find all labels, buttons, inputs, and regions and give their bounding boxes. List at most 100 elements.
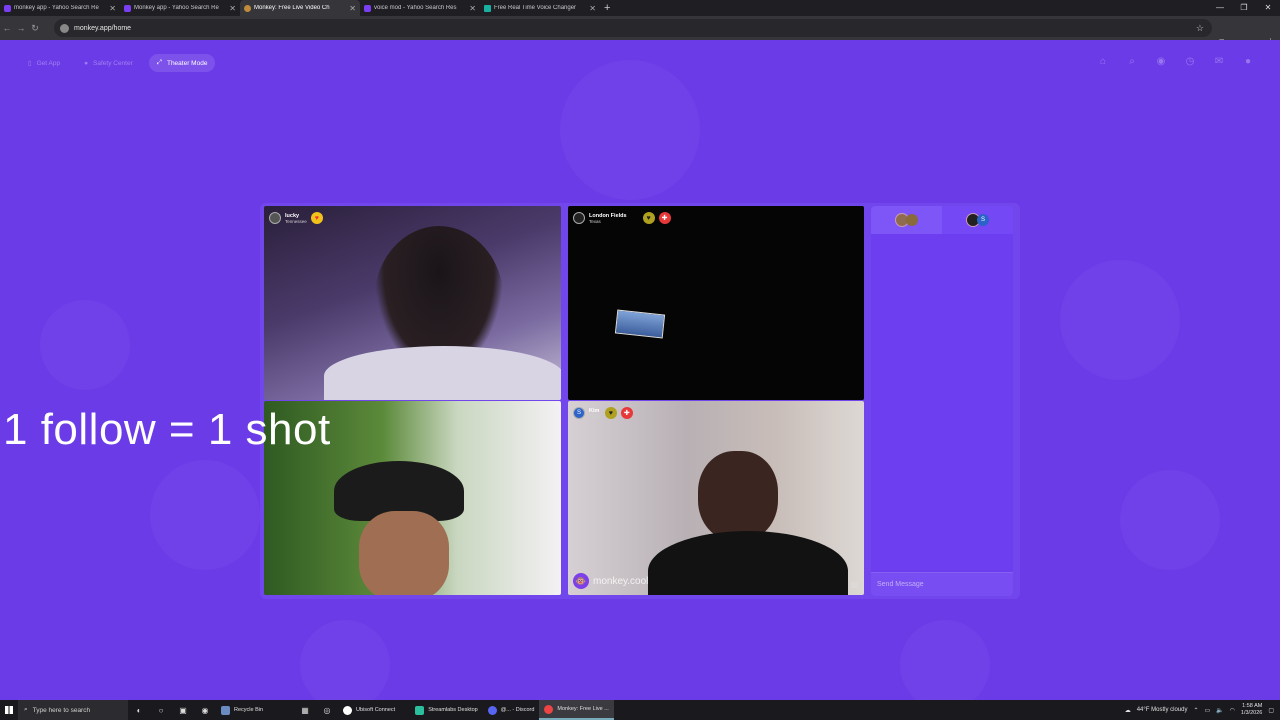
widgets-icon[interactable]: ◐: [128, 700, 150, 720]
messages-icon[interactable]: ✉: [1211, 54, 1227, 70]
background-decoration: [150, 460, 260, 570]
stream-overlay-text: 1 follow = 1 shot: [3, 405, 331, 454]
taskbar-app[interactable]: @... - Discord: [483, 700, 540, 720]
url-text: monkey.app/home: [74, 24, 132, 32]
video-feed-phone-screen: [614, 309, 666, 339]
taskbar-search[interactable]: ⌕ Type here to search: [18, 700, 128, 720]
user-badge: lucky Tennessee ♥: [269, 212, 323, 224]
user-location: Tennessee: [285, 218, 307, 224]
browser-tab[interactable]: voice mod - Yahoo Search Res ✕: [360, 0, 480, 16]
username: London Fields: [589, 212, 627, 219]
video-feed-clothing: [324, 346, 561, 400]
profile-avatar-icon[interactable]: ●: [1240, 54, 1256, 70]
chat-tab-group[interactable]: S: [942, 206, 1013, 234]
avatar: [906, 214, 918, 226]
avatar: [269, 212, 281, 224]
monkey-logo-icon: 🐵: [573, 573, 589, 589]
clock[interactable]: 1:58 AM 1/3/2026: [1241, 703, 1262, 717]
chevron-up-icon[interactable]: ⌃: [1193, 707, 1198, 714]
video-tile: S Kim Texas ♥ ✚ 🐵 monkey.cool ▤: [568, 401, 864, 595]
chat-panel: S Send Message: [871, 206, 1013, 596]
heart-icon[interactable]: ♥: [604, 407, 617, 419]
close-tab-icon[interactable]: ✕: [109, 4, 116, 13]
task-view-icon[interactable]: ▣: [172, 700, 194, 720]
start-button[interactable]: [0, 700, 18, 720]
history-icon[interactable]: ◷: [1182, 54, 1198, 70]
taskbar-app[interactable]: Recycle Bin: [216, 700, 268, 720]
close-tab-icon[interactable]: ✕: [349, 4, 356, 13]
theater-mode-button[interactable]: ⤢ Theater Mode: [148, 54, 216, 72]
forward-icon[interactable]: →: [14, 23, 28, 33]
taskbar-app[interactable]: Ubisoft Connect: [338, 700, 400, 720]
chrome-icon[interactable]: ◎: [316, 700, 338, 720]
browser-tab[interactable]: Free Real Time Voice Changer ✕: [480, 0, 600, 16]
user-location: Texas: [589, 218, 601, 224]
browser-tab[interactable]: monkey app - Yahoo Search Re ✕: [0, 0, 120, 16]
browser-tab[interactable]: Monkey app - Yahoo Search Re ✕: [120, 0, 240, 16]
restore-icon[interactable]: ❐: [1232, 0, 1256, 16]
yahoo-icon: [4, 4, 11, 12]
user-badge: London Fields Texas ♥ ✚: [573, 212, 671, 224]
taskbar-app[interactable]: Streamlabs Desktop: [410, 700, 483, 720]
site-info-icon[interactable]: [60, 23, 69, 33]
minimize-icon[interactable]: —: [1208, 0, 1232, 16]
video-feed-clothing: [648, 531, 848, 595]
avatar: S: [977, 214, 989, 226]
taskbar-app-active[interactable]: Monkey: Free Live ...: [539, 700, 614, 720]
video-tile: London Fields Texas ♥ ✚: [568, 206, 864, 400]
add-friend-icon[interactable]: ✚: [658, 212, 671, 224]
window-controls: — ❐ ✕: [1208, 0, 1280, 16]
bookmark-star-icon[interactable]: ☆: [1196, 23, 1204, 34]
user-badge: S Kim Texas ♥ ✚: [573, 407, 633, 419]
expand-icon: ⤢: [156, 59, 162, 66]
chat-tab-group[interactable]: [871, 206, 942, 234]
chat-header: S: [871, 206, 1013, 234]
close-window-icon[interactable]: ✕: [1256, 0, 1280, 16]
friends-icon[interactable]: ◉: [1153, 54, 1169, 70]
background-decoration: [300, 620, 390, 700]
url-field[interactable]: monkey.app/home ☆: [54, 19, 1212, 37]
cortana-icon[interactable]: ○: [150, 700, 172, 720]
heart-icon[interactable]: ♥: [310, 212, 323, 224]
close-tab-icon[interactable]: ✕: [229, 4, 236, 13]
back-icon[interactable]: ←: [0, 23, 14, 33]
video-feed-hair: [698, 451, 778, 541]
shop-icon[interactable]: ⌂: [1095, 54, 1111, 70]
reload-icon[interactable]: ↻: [28, 23, 42, 34]
new-tab-button[interactable]: +: [604, 2, 610, 14]
chrome-icon: [544, 704, 554, 714]
search-icon[interactable]: ⌕: [1124, 54, 1140, 70]
battery-icon[interactable]: ▭: [1205, 707, 1211, 714]
voice-changer-icon: [484, 4, 491, 12]
background-decoration: [40, 300, 130, 390]
background-decoration: [900, 620, 990, 700]
windows-icon: [5, 706, 13, 714]
close-tab-icon[interactable]: ✕: [469, 4, 476, 13]
report-icon[interactable]: ▤: [850, 580, 858, 589]
avatar: S: [573, 407, 585, 419]
volume-icon[interactable]: 🔈: [1216, 707, 1223, 714]
yahoo-icon: [124, 4, 131, 12]
close-tab-icon[interactable]: ✕: [589, 4, 596, 13]
monkey-app-page: ▯ Get App ● Safety Center ⤢ Theater Mode ⌂ …: [0, 40, 1280, 700]
network-icon[interactable]: ◠: [1230, 707, 1235, 714]
monkey-icon: [244, 4, 251, 12]
get-app-button[interactable]: ▯ Get App: [20, 54, 68, 72]
browser-tab-strip: monkey app - Yahoo Search Re ✕ Monkey app…: [0, 0, 1280, 16]
background-decoration: [1120, 470, 1220, 570]
app-icon[interactable]: ▦: [294, 700, 316, 720]
notifications-icon[interactable]: ▢: [1268, 707, 1274, 714]
yahoo-icon: [364, 4, 371, 12]
heart-icon[interactable]: ♥: [642, 212, 655, 224]
streamlabs-icon: [415, 705, 425, 715]
browser-tab-active[interactable]: Monkey: Free Live Video Ch ✕: [240, 0, 360, 16]
safety-center-button[interactable]: ● Safety Center: [76, 54, 141, 72]
discord-icon: [487, 705, 497, 715]
background-decoration: [560, 60, 700, 200]
add-friend-icon[interactable]: ✚: [620, 407, 633, 419]
app-icon[interactable]: ◉: [194, 700, 216, 720]
address-bar-row: ← → ↻ monkey.app/home ☆ ⧉ ● ⋮: [0, 16, 1280, 47]
avatar: [573, 212, 585, 224]
weather-text[interactable]: 44°F Mostly cloudy: [1137, 707, 1188, 713]
send-message-input[interactable]: Send Message: [871, 572, 1013, 596]
